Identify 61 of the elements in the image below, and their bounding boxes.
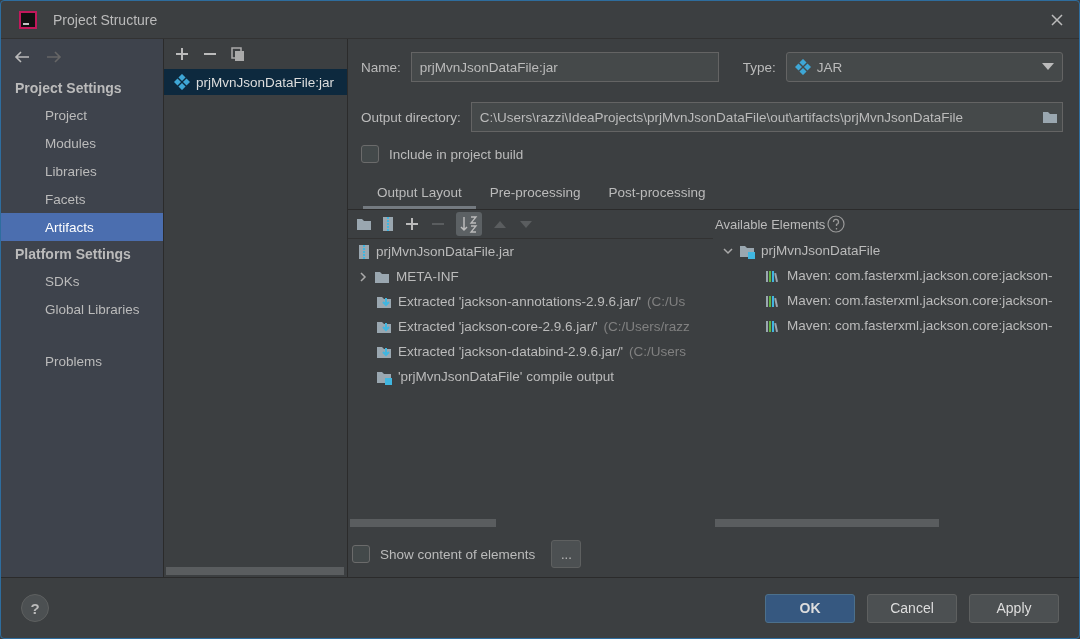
help-button[interactable]: ? [21,594,49,622]
chevron-down-icon[interactable] [723,245,733,256]
jar-icon [382,216,394,232]
artifact-icon [174,74,190,90]
back-arrow-icon[interactable] [13,49,31,65]
tab[interactable]: Output Layout [363,179,476,209]
include-checkbox[interactable] [361,145,379,163]
tab[interactable]: Pre-processing [475,179,595,209]
tab[interactable]: Post-processing [594,179,720,209]
new-folder-icon [356,216,372,232]
chevron-right-icon[interactable] [358,271,368,282]
browse-folder-icon [1042,109,1058,125]
scrollbar-thumb[interactable] [715,519,939,527]
name-field[interactable]: prjMvnJsonDataFile:jar [410,52,719,82]
help-icon[interactable] [827,215,846,233]
tree-item[interactable]: Maven: com.fasterxml.jackson.core:jackson- [713,288,1073,313]
tree-item[interactable]: prjMvnJsonDataFile [713,238,1073,263]
dialog-button[interactable]: Apply [969,593,1059,623]
add-dropdown-icon[interactable] [404,216,420,232]
output-directory-label: Output directory: [361,109,461,125]
sidebar-item[interactable]: SDKs [1,267,163,295]
show-content-label: Show content of elements [380,546,536,562]
tree-item[interactable]: META-INF [348,264,713,289]
section-heading: Platform Settings [14,245,132,264]
window-title: Project Structure [53,11,159,28]
copy-icon[interactable] [230,46,246,62]
dialog-button[interactable]: Cancel [867,593,957,623]
tree-item[interactable]: Extracted 'jackson-annotations-2.9.6.jar/' (C:/Us [348,289,713,314]
ok-button[interactable]: OK [765,593,855,623]
app-logo-icon [19,10,37,29]
scrollbar-thumb[interactable] [166,567,344,575]
dropdown-arrow-icon [1042,63,1054,71]
close-icon[interactable] [1049,11,1065,28]
sidebar-item[interactable]: Artifacts [1,213,163,241]
output-directory-field[interactable]: C:\Users\razzi\IdeaProjects\prjMvnJsonDataFile\out\artifacts\prjMvnJsonDataFile [470,102,1063,132]
tree-item[interactable]: Maven: com.fasterxml.jackson.core:jackson- [713,263,1073,288]
tree-item[interactable]: Extracted 'jackson-core-2.9.6.jar/' (C:/Users/razz [348,314,713,339]
scrollbar-thumb[interactable] [350,519,496,527]
type-label: Type: [742,59,776,75]
sort-icon[interactable] [456,212,482,236]
sidebar-item[interactable]: Libraries [1,157,163,185]
artifact-icon [794,59,811,75]
type-dropdown[interactable]: JAR [785,52,1063,82]
tree-item[interactable]: Maven: com.fasterxml.jackson.core:jackson- [713,313,1073,338]
add-icon[interactable] [174,46,190,62]
section-heading: Project Settings [14,79,123,98]
available-elements-title: Available Elements [715,216,826,232]
more-button[interactable]: ... [551,540,582,568]
name-label: Name: [361,59,401,75]
sidebar-item[interactable]: Facets [1,185,163,213]
tree-item[interactable]: 'prjMvnJsonDataFile' compile output [348,364,713,389]
sidebar-item[interactable]: Modules [1,129,163,157]
sidebar-item[interactable]: Problems [1,347,163,375]
artifact-item[interactable]: prjMvnJsonDataFile:jar [164,69,347,95]
sidebar-item[interactable]: Global Libraries [1,295,163,323]
tree-item[interactable]: Extracted 'jackson-databind-2.9.6.jar/' (C:/Users [348,339,713,364]
include-label: Include in project build [389,146,524,162]
jar-icon [358,243,370,260]
sidebar-item[interactable]: Project [1,101,163,129]
tree-item[interactable]: prjMvnJsonDataFile.jar [348,239,713,264]
show-content-checkbox[interactable] [352,545,370,563]
